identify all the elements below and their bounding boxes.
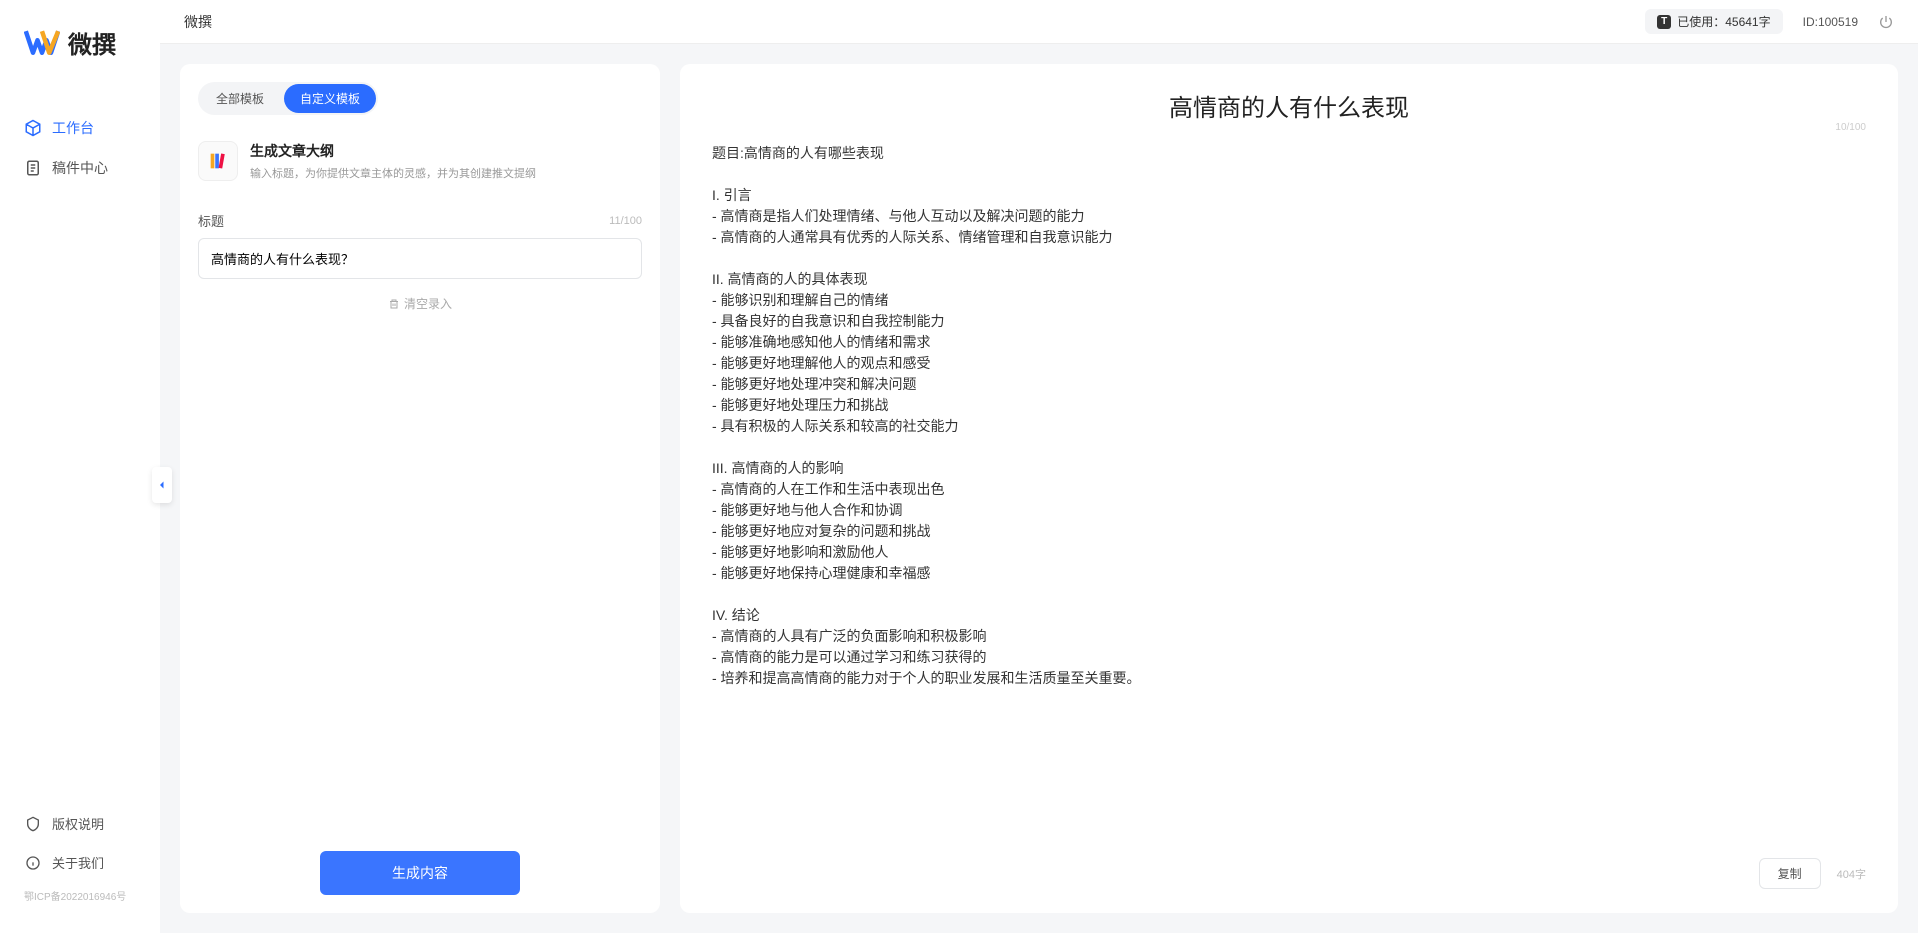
- doc-body[interactable]: 题目:高情商的人有哪些表现 I. 引言 - 高情商是指人们处理情绪、与他人互动以…: [712, 143, 1866, 842]
- books-icon: [198, 141, 238, 181]
- clear-input-button[interactable]: 清空录入: [198, 295, 642, 312]
- chevron-left-icon: [156, 479, 168, 491]
- cube-icon: [24, 119, 42, 137]
- field-section: 标题 11/100: [198, 211, 642, 279]
- user-id: ID:100519: [1803, 15, 1858, 29]
- page-title: 微撰: [184, 12, 212, 32]
- right-panel-footer: 复制 404字: [712, 842, 1866, 889]
- title-input[interactable]: [198, 238, 642, 279]
- content: 全部模板 自定义模板 生成文章大纲 输入标题，为你提供文章主体的灵感，并为其创建…: [160, 44, 1918, 933]
- tab-custom-templates[interactable]: 自定义模板: [284, 84, 376, 113]
- sidebar-item-label: 稿件中心: [52, 158, 108, 178]
- generate-button[interactable]: 生成内容: [320, 851, 520, 895]
- template-info: 生成文章大纲 输入标题，为你提供文章主体的灵感，并为其创建推文提纲: [250, 141, 642, 181]
- copy-button[interactable]: 复制: [1759, 858, 1821, 889]
- logo: 微撰: [0, 24, 160, 108]
- header-right: T 已使用：45641字 ID:100519: [1645, 9, 1894, 34]
- doc-title-count: 10/100: [1835, 122, 1866, 133]
- template-card: 生成文章大纲 输入标题，为你提供文章主体的灵感，并为其创建推文提纲: [198, 135, 642, 187]
- sidebar-item-about[interactable]: 关于我们: [0, 843, 160, 882]
- tabs: 全部模板 自定义模板: [198, 82, 378, 115]
- top-header: 微撰 T 已使用：45641字 ID:100519: [160, 0, 1918, 44]
- logo-icon: [24, 24, 60, 60]
- trash-icon: [388, 298, 400, 310]
- word-count: 404字: [1837, 866, 1866, 882]
- document-icon: [24, 159, 42, 177]
- sidebar-item-drafts[interactable]: 稿件中心: [0, 148, 160, 188]
- collapse-toggle[interactable]: [152, 467, 172, 503]
- right-panel: 高情商的人有什么表现 10/100 题目:高情商的人有哪些表现 I. 引言 - …: [680, 64, 1898, 913]
- text-count-icon: T: [1657, 15, 1671, 29]
- doc-title[interactable]: 高情商的人有什么表现: [712, 88, 1866, 123]
- clear-input-label: 清空录入: [404, 295, 452, 312]
- logo-text: 微撰: [68, 25, 116, 60]
- sidebar-item-copyright[interactable]: 版权说明: [0, 804, 160, 843]
- field-header: 标题 11/100: [198, 211, 642, 230]
- usage-badge[interactable]: T 已使用：45641字: [1645, 9, 1782, 34]
- sidebar-item-label: 关于我们: [52, 853, 104, 872]
- left-panel: 全部模板 自定义模板 生成文章大纲 输入标题，为你提供文章主体的灵感，并为其创建…: [180, 64, 660, 913]
- sidebar-item-label: 版权说明: [52, 814, 104, 833]
- shield-icon: [24, 815, 42, 833]
- sidebar-bottom: 版权说明 关于我们 鄂ICP备2022016946号: [0, 804, 160, 921]
- nav-items: 工作台 稿件中心: [0, 108, 160, 804]
- main: 微撰 T 已使用：45641字 ID:100519 全部模板 自定义模板: [160, 0, 1918, 933]
- info-icon: [24, 854, 42, 872]
- doc-title-wrap: 高情商的人有什么表现 10/100: [712, 88, 1866, 123]
- usage-label: 已使用：45641字: [1677, 13, 1770, 30]
- icp-text: 鄂ICP备2022016946号: [0, 882, 160, 909]
- power-icon: [1878, 14, 1894, 30]
- tab-all-templates[interactable]: 全部模板: [200, 84, 280, 113]
- field-label: 标题: [198, 211, 224, 230]
- template-desc: 输入标题，为你提供文章主体的灵感，并为其创建推文提纲: [250, 165, 642, 181]
- field-count: 11/100: [609, 215, 642, 227]
- sidebar-item-label: 工作台: [52, 118, 94, 138]
- left-panel-footer: 生成内容: [198, 831, 642, 895]
- template-title: 生成文章大纲: [250, 141, 642, 161]
- sidebar: 微撰 工作台 稿件中心 版权说明: [0, 0, 160, 933]
- sidebar-item-workbench[interactable]: 工作台: [0, 108, 160, 148]
- power-button[interactable]: [1878, 14, 1894, 30]
